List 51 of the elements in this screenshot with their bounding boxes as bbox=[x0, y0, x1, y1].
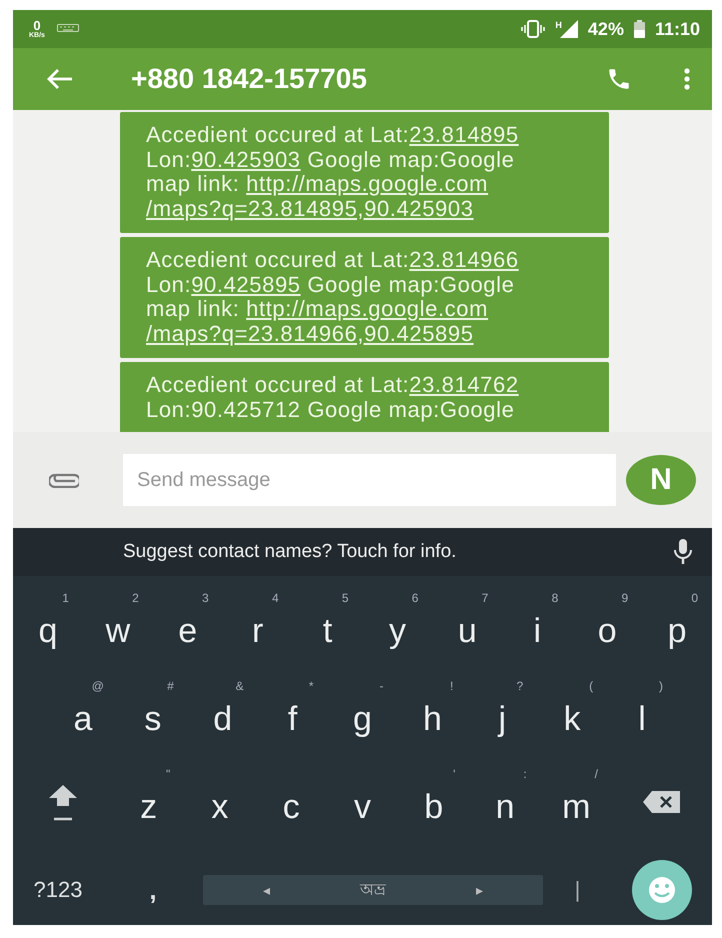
keyboard-key[interactable]: 5 t bbox=[292, 591, 363, 661]
message-field[interactable]: Send message bbox=[123, 454, 616, 506]
keyboard-key[interactable]: 8 i bbox=[502, 591, 572, 661]
more-options-icon[interactable] bbox=[684, 68, 690, 90]
vibrate-icon bbox=[521, 20, 546, 38]
period-key[interactable]: | bbox=[543, 877, 612, 903]
signal-icon bbox=[560, 20, 578, 38]
contact-number: +880 1842-157705 bbox=[131, 63, 368, 95]
clock: 11:10 bbox=[654, 18, 700, 40]
keyboard-key[interactable]: 3 e bbox=[152, 591, 223, 661]
keyboard-key[interactable]: 6 y bbox=[362, 591, 432, 661]
keyboard-key[interactable]: / m bbox=[540, 767, 612, 837]
keyboard-key[interactable]: 0 p bbox=[642, 591, 712, 661]
language-label[interactable]: অভ্র bbox=[360, 876, 386, 904]
right-arrow-icon[interactable]: ▸ bbox=[476, 882, 483, 898]
keyboard-key[interactable]: & d bbox=[188, 679, 258, 749]
battery-icon bbox=[634, 20, 645, 38]
keyboard-key[interactable]: ( k bbox=[537, 679, 608, 749]
network-type: H bbox=[555, 20, 562, 30]
message-text: Accedient occured at Lat:23.814895 Lon:90.425903 Google map:Google map link: http://maps.google.com /maps?q=23.814895,90.425903 bbox=[146, 123, 520, 221]
keyboard-key[interactable]: x bbox=[184, 767, 256, 837]
keyboard-key[interactable]: 7 u bbox=[432, 591, 502, 661]
keyboard-key[interactable]: * f bbox=[258, 679, 328, 749]
left-arrow-icon[interactable]: ◂ bbox=[263, 882, 270, 898]
back-arrow-icon[interactable] bbox=[47, 68, 73, 90]
keyboard-key[interactable]: ' b bbox=[398, 767, 470, 837]
keyboard-key[interactable]: " z bbox=[113, 767, 184, 837]
speed-value: 0 bbox=[33, 19, 41, 32]
keyboard-key[interactable]: v bbox=[326, 767, 398, 837]
comma-key[interactable]: , bbox=[103, 874, 203, 906]
keyboard-key[interactable]: 9 o bbox=[572, 591, 642, 661]
keyboard-key[interactable]: 4 r bbox=[222, 591, 293, 661]
keyboard-key[interactable]: ? j bbox=[467, 679, 538, 749]
keyboard-key[interactable]: ! h bbox=[397, 679, 468, 749]
battery-percent: 42% bbox=[588, 18, 624, 40]
keyboard-key[interactable]: - g bbox=[328, 679, 398, 749]
keyboard-icon bbox=[56, 24, 79, 34]
message-text: Accedient occured at Lat:23.814762 Lon:90.425712 Google map:Google bbox=[146, 373, 520, 422]
keyboard-key[interactable]: 2 w bbox=[82, 591, 153, 661]
emoji-icon[interactable] bbox=[632, 860, 692, 920]
keyboard-key[interactable]: @ a bbox=[48, 679, 118, 749]
keyboard-key[interactable]: : n bbox=[469, 767, 541, 837]
keyboard-key[interactable]: # s bbox=[118, 679, 188, 749]
microphone-icon[interactable] bbox=[674, 539, 692, 565]
paperclip-icon[interactable] bbox=[49, 472, 79, 488]
message-text: Accedient occured at Lat:23.814966 Lon:90.425895 Google map:Google map link: http://maps.google.com /maps?q=23.814966,90.425895 bbox=[146, 248, 520, 346]
backspace-icon[interactable] bbox=[642, 790, 682, 814]
symbols-key[interactable]: ?123 bbox=[13, 877, 103, 903]
keyboard-key[interactable]: c bbox=[256, 767, 327, 837]
keyboard-key[interactable]: ) l bbox=[607, 679, 678, 749]
keyboard-key[interactable]: 1 q bbox=[13, 591, 83, 661]
